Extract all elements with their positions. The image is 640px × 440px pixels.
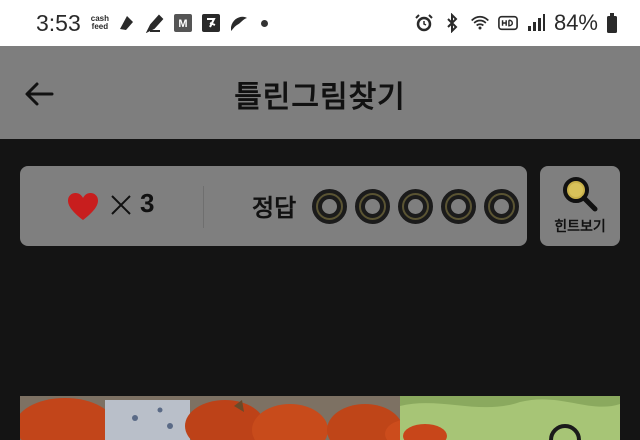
pencil-icon — [145, 14, 164, 33]
app-bar: 틀린그림찾기 — [0, 46, 640, 139]
lives-count: 3 — [140, 188, 155, 218]
answer-slots — [312, 189, 519, 224]
signal-icon — [527, 14, 545, 31]
answer-slot-1 — [312, 189, 347, 224]
cashfeed-bottom-text: feed — [91, 22, 109, 31]
answer-slot-5 — [484, 189, 519, 224]
status-bar: 3:53 cash feed M 84% — [0, 0, 640, 46]
alarm-icon — [415, 14, 433, 32]
battery-percentage: 84% — [553, 10, 598, 35]
answer-slot-3 — [398, 189, 433, 224]
system-icons: 84% — [414, 10, 618, 36]
status-time: 3:53 — [36, 9, 81, 36]
game-status-panel: 3 정답 — [20, 166, 527, 246]
food-photo — [20, 396, 620, 440]
letter-app-icon — [202, 14, 220, 32]
answer-label: 정답 — [252, 194, 297, 222]
answer-slot-2 — [355, 189, 390, 224]
dot-icon — [261, 19, 268, 27]
pen-icon — [120, 16, 133, 30]
m-app-letter: M — [178, 18, 187, 30]
heart-icon — [68, 193, 98, 220]
notification-icons: cash feed M — [91, 13, 268, 33]
answer-slot-4 — [441, 189, 476, 224]
cashfeed-icon: cash feed — [91, 15, 109, 31]
cheese-shape — [105, 400, 190, 440]
hd-icon — [498, 15, 518, 31]
bluetooth-icon — [447, 13, 458, 33]
divider — [203, 186, 204, 228]
wifi-icon — [471, 15, 489, 30]
puzzle-image[interactable] — [20, 396, 620, 440]
hint-label: 힌트보기 — [554, 219, 606, 235]
m-app-icon: M — [174, 14, 192, 32]
page-title: 틀린그림찾기 — [234, 80, 406, 115]
battery-icon — [607, 13, 617, 33]
multiply-icon — [111, 195, 131, 215]
hint-button[interactable]: 힌트보기 — [540, 166, 620, 246]
leaf-icon — [231, 16, 247, 31]
magnifier-icon — [563, 177, 598, 212]
